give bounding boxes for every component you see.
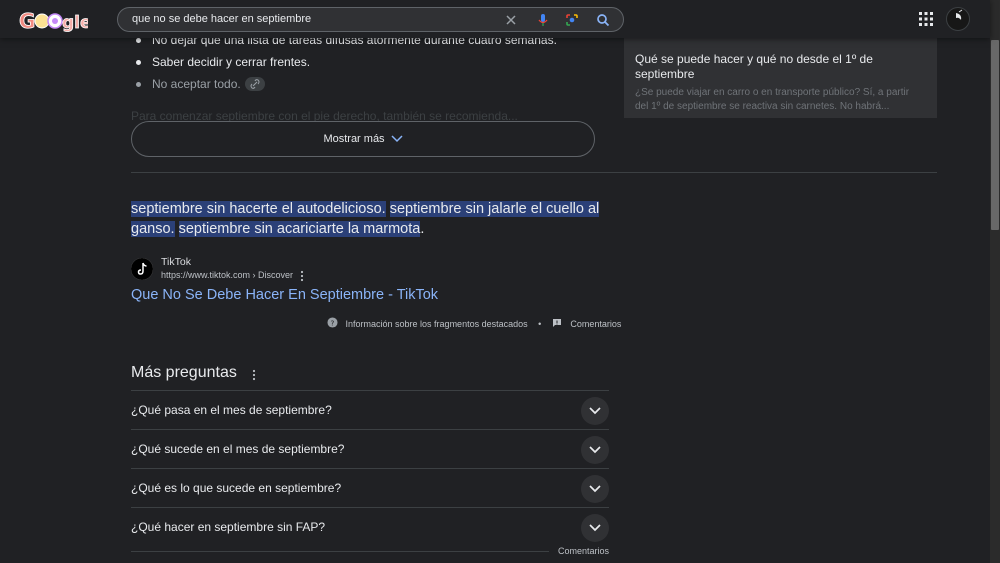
expand-chevron-icon[interactable]	[581, 475, 609, 503]
side-result-card[interactable]: Qué se puede hacer y qué no desde el 1º …	[624, 38, 937, 118]
expand-chevron-icon[interactable]	[581, 397, 609, 425]
link-icon[interactable]	[244, 76, 265, 91]
list-item: No aceptar todo.	[131, 76, 611, 98]
feedback-link[interactable]: Comentarios	[570, 319, 621, 329]
paa-more-options-icon[interactable]	[251, 368, 257, 381]
svg-text:G: G	[19, 9, 35, 32]
paa-title: Más preguntas	[131, 364, 237, 381]
scrollbar-thumb[interactable]	[991, 40, 999, 230]
scrollbar[interactable]	[990, 0, 1000, 563]
paa-question[interactable]: ¿Qué hacer en septiembre sin FAP?	[131, 507, 609, 546]
separator-dot: •	[538, 318, 542, 329]
tiktok-icon[interactable]	[131, 258, 153, 280]
search-box[interactable]: que no se debe hacer en septiembre	[117, 7, 624, 32]
bullet-list: No dejar que una lista de tareas difusas…	[131, 32, 611, 98]
paa-question-text[interactable]: ¿Qué es lo que sucede en septiembre?	[131, 481, 341, 495]
paa-question[interactable]: ¿Qué pasa en el mes de septiembre?	[131, 390, 609, 429]
more-options-icon[interactable]	[299, 269, 305, 282]
paa-question-text[interactable]: ¿Qué pasa en el mes de septiembre?	[131, 403, 332, 417]
expand-chevron-icon[interactable]	[581, 514, 609, 542]
result-title-link[interactable]: Que No Se Debe Hacer En Septiembre - Tik…	[131, 287, 438, 303]
source-name[interactable]: TikTok	[161, 256, 191, 268]
microphone-icon[interactable]	[535, 12, 551, 28]
feedback-icon[interactable]	[552, 318, 562, 330]
show-more-button[interactable]: Mostrar más	[131, 121, 595, 157]
snippet-about-row: ? Información sobre los fragmentos desta…	[327, 317, 621, 331]
highlighted-text: septiembre sin hacerte el autodelicioso.	[131, 201, 386, 217]
paa-question[interactable]: ¿Qué sucede en el mes de septiembre?	[131, 429, 609, 468]
show-more-label: Mostrar más	[323, 133, 385, 145]
google-doodle-logo[interactable]: G gle	[18, 8, 92, 34]
highlighted-text: septiembre sin acariciarte la marmota	[178, 221, 421, 237]
account-avatar[interactable]	[946, 7, 970, 31]
clear-icon[interactable]	[503, 12, 519, 28]
paa-question-text[interactable]: ¿Qué hacer en septiembre sin FAP?	[131, 520, 325, 534]
help-icon[interactable]: ?	[327, 317, 338, 330]
side-card-title[interactable]: Qué se puede hacer y qué no desde el 1º …	[635, 52, 915, 82]
svg-text:?: ?	[331, 318, 335, 327]
list-item-text: No aceptar todo.	[152, 77, 241, 91]
source-url[interactable]: https://www.tiktok.com › Discover	[161, 270, 293, 280]
snippet-text	[175, 221, 179, 237]
snippet-text: .	[420, 221, 425, 237]
paa-footer: Comentarios	[131, 546, 609, 563]
divider	[131, 551, 549, 552]
paa-list: ¿Qué pasa en el mes de septiembre? ¿Qué …	[131, 390, 609, 546]
apps-grid-icon[interactable]	[918, 11, 934, 27]
expand-chevron-icon[interactable]	[581, 436, 609, 464]
svg-text:gle: gle	[62, 13, 88, 32]
side-card-snippet: ¿Se puede viajar en carro o en transport…	[635, 87, 910, 112]
featured-snippet-text: septiembre sin hacerte el autodelicioso.…	[131, 199, 611, 239]
divider	[131, 172, 937, 173]
paa-question-text[interactable]: ¿Qué sucede en el mes de septiembre?	[131, 442, 344, 456]
search-icon[interactable]	[595, 12, 611, 28]
lens-icon[interactable]	[564, 12, 580, 28]
list-item: Saber decidir y cerrar frentes.	[131, 54, 611, 76]
chevron-down-icon	[391, 135, 403, 143]
search-input[interactable]: que no se debe hacer en septiembre	[132, 13, 311, 25]
paa-question[interactable]: ¿Qué es lo que sucede en septiembre?	[131, 468, 609, 507]
top-bar: G gle que no se debe hacer en septiembre	[0, 0, 990, 38]
about-snippets-link[interactable]: Información sobre los fragmentos destaca…	[346, 319, 528, 329]
paa-feedback-link[interactable]: Comentarios	[558, 546, 609, 556]
